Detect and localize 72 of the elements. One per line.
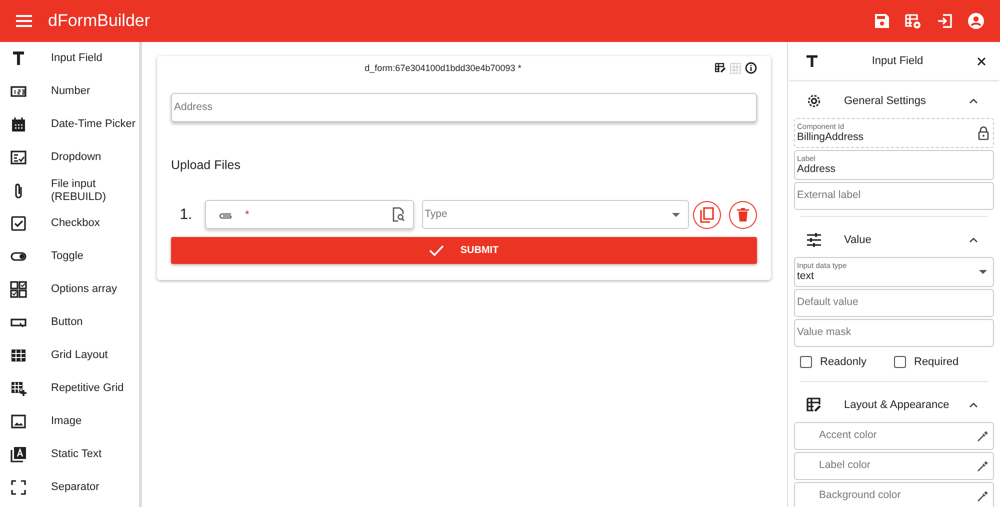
palette-item[interactable]: Input Field	[0, 42, 139, 75]
checkbox[interactable]: Readonly	[800, 354, 894, 370]
palette-item[interactable]: Number	[0, 75, 139, 108]
input-field[interactable]: Value mask	[794, 319, 994, 347]
eyedropper-icon[interactable]	[977, 460, 989, 472]
check-icon	[429, 245, 444, 256]
close-icon[interactable]	[977, 56, 986, 66]
form-title: d_form:67e304100d1bdd30e4b70093 *	[364, 63, 522, 73]
preview-icon[interactable]	[905, 14, 921, 28]
text-box-icon	[10, 446, 27, 463]
login-icon[interactable]	[937, 14, 952, 28]
row-number: 1.	[178, 204, 194, 224]
text-icon	[10, 50, 27, 67]
table-icon	[10, 347, 27, 364]
color-field[interactable]: Background color	[794, 482, 994, 507]
grid-icon[interactable]	[730, 62, 741, 74]
file-field[interactable]: *	[204, 200, 414, 230]
palette-item[interactable]: Repetitive Grid	[0, 372, 139, 405]
palette-item[interactable]: Grid Layout	[0, 339, 139, 372]
table-add-icon	[10, 380, 27, 397]
inspector-title: Input Field	[870, 54, 924, 69]
checkbox[interactable]: Required	[894, 354, 988, 370]
eyedropper-icon[interactable]	[977, 430, 989, 442]
number-icon	[10, 83, 27, 100]
text-icon	[806, 55, 818, 67]
separator-icon	[10, 479, 27, 496]
submit-button[interactable]: SUBMIT	[171, 237, 757, 264]
account-icon[interactable]	[968, 13, 984, 29]
palette-item[interactable]: Dropdown	[0, 141, 139, 174]
layout-edit-icon	[806, 397, 822, 413]
palette-item[interactable]: Button	[0, 306, 139, 339]
lock-icon	[978, 126, 989, 140]
palette-item[interactable]: Toggle	[0, 240, 139, 273]
color-field[interactable]: Accent color	[794, 422, 994, 450]
info-icon[interactable]	[745, 62, 757, 74]
image-icon	[10, 413, 27, 430]
section-header[interactable]: Layout & Appearance	[794, 388, 994, 422]
upload-heading: Upload Files	[171, 156, 240, 174]
palette-item[interactable]: Static Text	[0, 438, 139, 471]
layout-edit-icon[interactable]	[715, 63, 726, 74]
address-field[interactable]: Address	[171, 92, 757, 122]
app-title: dFormBuilder	[48, 10, 150, 32]
options-grid-icon	[10, 281, 27, 298]
palette-item[interactable]: Image	[0, 405, 139, 438]
menu-icon[interactable]	[16, 15, 32, 27]
input-field[interactable]: External label	[794, 182, 994, 210]
sliders-icon	[806, 232, 822, 248]
copy-button[interactable]	[693, 200, 722, 229]
type-select[interactable]: Type	[422, 200, 690, 230]
input-field[interactable]: Default value	[794, 289, 994, 317]
checkbox-icon	[10, 215, 27, 232]
paperclip-icon	[218, 210, 233, 219]
palette-item[interactable]: Checkbox	[0, 207, 139, 240]
delete-button[interactable]	[729, 200, 757, 229]
file-search-icon[interactable]	[392, 207, 405, 222]
color-field[interactable]: Label color	[794, 452, 994, 480]
palette-item[interactable]: Separator	[0, 471, 139, 504]
palette-item[interactable]: Date-Time Picker	[0, 108, 139, 141]
eyedropper-icon[interactable]	[977, 490, 989, 502]
section-header[interactable]: General Settings	[794, 84, 994, 118]
copy-icon	[700, 206, 714, 223]
calendar-icon	[10, 116, 27, 133]
save-icon[interactable]	[875, 14, 889, 28]
trash-icon	[737, 208, 750, 222]
palette-item[interactable]: File input (REBUILD)	[0, 174, 139, 207]
section-header[interactable]: Value	[794, 223, 994, 257]
settings-icon	[806, 93, 822, 109]
dropdown-caret-icon	[979, 270, 987, 274]
dropdown-caret-icon	[672, 212, 680, 217]
palette-item[interactable]: Options array	[0, 273, 139, 306]
required-mark: *	[244, 208, 250, 222]
checklist-icon	[10, 149, 27, 166]
